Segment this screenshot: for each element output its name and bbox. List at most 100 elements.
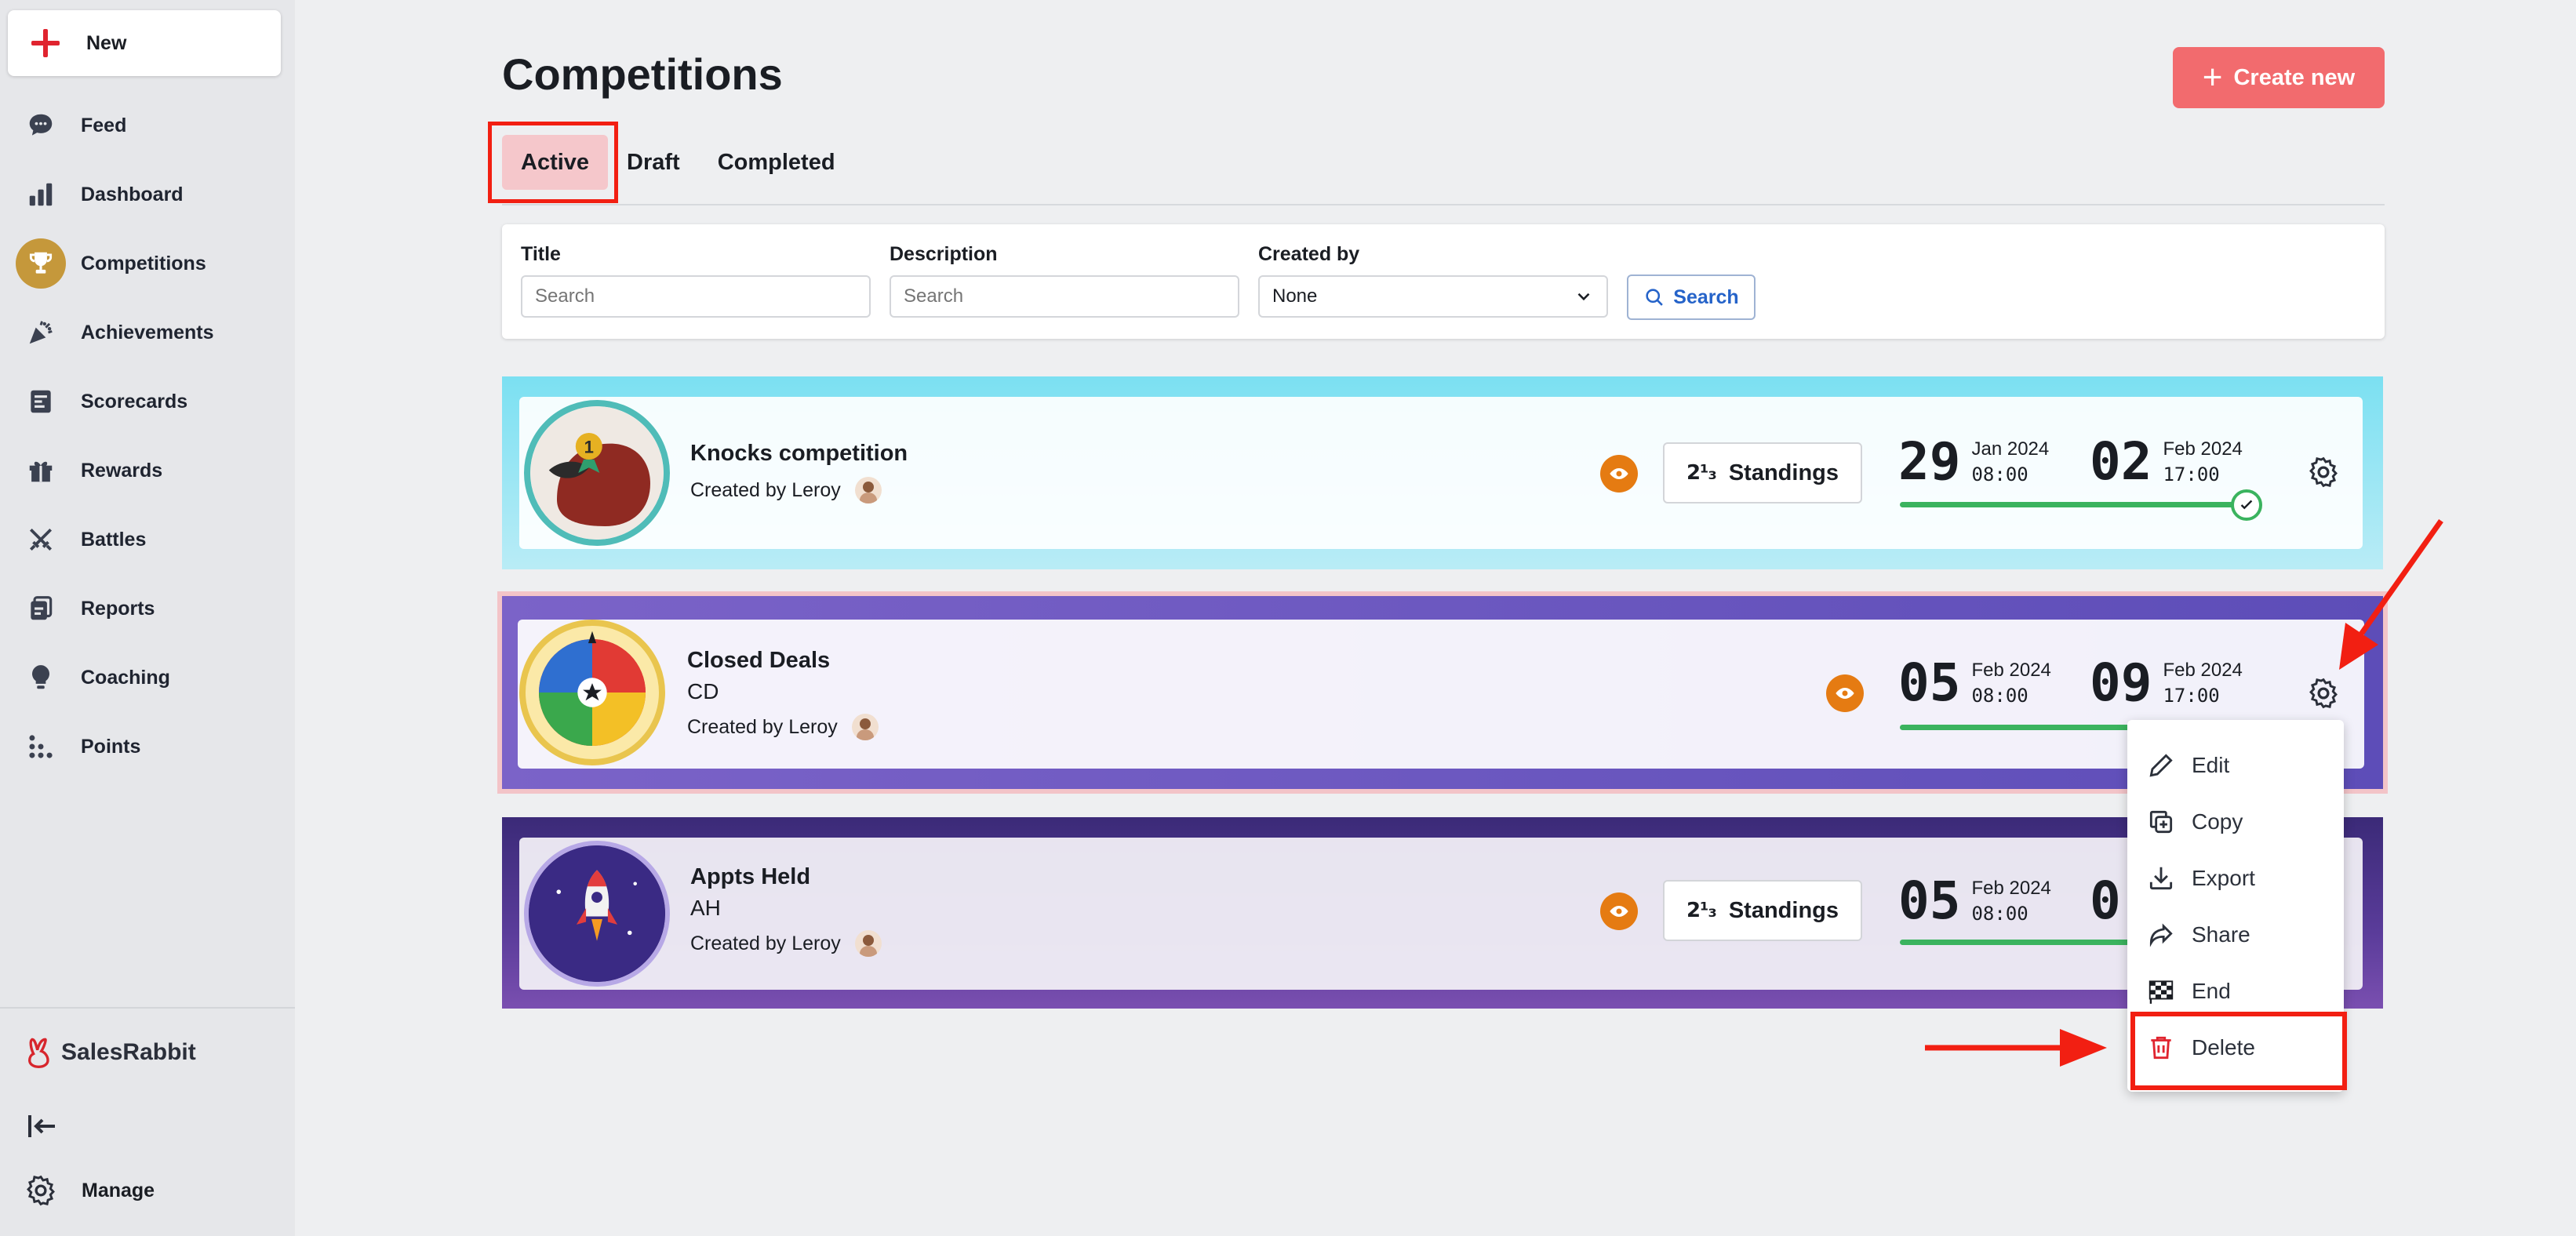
description-filter: Description: [890, 243, 1239, 318]
title-filter-label: Title: [521, 243, 561, 265]
progress-bar: [1900, 502, 2245, 507]
competition-code: AH: [690, 896, 721, 920]
sidebar-item-label: Scorecards: [81, 390, 188, 413]
created-by-select[interactable]: None: [1258, 275, 1608, 318]
start-date: 05 Feb 2024 08:00: [1898, 871, 2051, 931]
end-date: 0: [2090, 871, 2121, 931]
sidebar-item-points[interactable]: Points: [0, 712, 295, 781]
start-time: 08:00: [1971, 463, 2028, 485]
visibility-eye-icon[interactable]: [1600, 892, 1638, 930]
sidebar: New Feed Dashboard Competitions Achievem…: [0, 0, 295, 1236]
menu-item-share[interactable]: Share: [2127, 907, 2344, 963]
scorecard-icon: [16, 376, 66, 427]
tabs-divider: [502, 204, 2385, 205]
competition-card-body: [519, 838, 2363, 990]
start-month: Jan 2024: [1971, 438, 2050, 460]
collapse-sidebar-icon[interactable]: [24, 1107, 61, 1145]
end-date: 09 Feb 2024 17:00: [2090, 653, 2243, 713]
end-date: 02 Feb 2024 17:00: [2090, 431, 2243, 492]
title-filter: Title: [521, 243, 871, 318]
description-search-input[interactable]: [890, 275, 1239, 318]
sidebar-item-label: Competitions: [81, 252, 206, 274]
sidebar-item-label: Rewards: [81, 459, 163, 482]
sidebar-item-reports[interactable]: Reports: [0, 574, 295, 643]
sidebar-item-feed[interactable]: Feed: [0, 91, 295, 160]
competition-card-body: [519, 397, 2363, 549]
plus-icon: +: [2202, 58, 2223, 96]
standings-button[interactable]: 2¹₃ Standings: [1663, 442, 1862, 503]
manage-button[interactable]: Manage: [24, 1173, 155, 1208]
competition-avatar: 1: [524, 400, 670, 546]
end-day: 02: [2090, 431, 2152, 492]
competition-avatar: [519, 620, 665, 765]
search-icon: [1646, 289, 1664, 306]
sidebar-item-achievements[interactable]: Achievements: [0, 298, 295, 367]
start-date: 05 Feb 2024 08:00: [1898, 653, 2051, 713]
search-button-label: Search: [1673, 285, 1739, 308]
sidebar-item-label: Coaching: [81, 666, 170, 689]
sidebar-item-battles[interactable]: Battles: [0, 505, 295, 574]
sidebar-item-label: Achievements: [81, 321, 214, 344]
visibility-eye-icon[interactable]: [1600, 455, 1638, 493]
start-month: Feb 2024: [1971, 659, 2051, 681]
created-by-filter-label: Created by: [1258, 243, 1360, 265]
menu-item-copy[interactable]: Copy: [2127, 794, 2344, 850]
progress-bar: [1900, 725, 2135, 730]
standings-button[interactable]: 2¹₃ Standings: [1663, 880, 1862, 941]
tab-completed[interactable]: Completed: [699, 135, 854, 190]
sidebar-item-dashboard[interactable]: Dashboard: [0, 160, 295, 229]
menu-item-label: Share: [2192, 922, 2250, 947]
visibility-eye-icon[interactable]: [1826, 674, 1864, 712]
svg-text:1: 1: [584, 438, 594, 457]
menu-item-label: Export: [2192, 866, 2255, 890]
start-day: 05: [1898, 871, 1961, 931]
annotation-arrow-down-left: [2339, 518, 2443, 670]
competition-creator: Created by Leroy: [690, 477, 882, 503]
competition-card[interactable]: Appts Held AH Created by Leroy 2¹₃ Stand…: [502, 817, 2383, 1009]
sidebar-item-rewards[interactable]: Rewards: [0, 436, 295, 505]
end-time: 17:00: [2163, 684, 2220, 707]
title-search-input[interactable]: [521, 275, 871, 318]
menu-item-label: End: [2192, 979, 2231, 1003]
create-new-button[interactable]: + Create new: [2173, 47, 2385, 108]
sidebar-divider: [0, 1007, 295, 1009]
brand-logo: SalesRabbit: [27, 1037, 196, 1068]
bull-mascot-icon: 1: [530, 406, 664, 540]
menu-item-label: Copy: [2192, 809, 2243, 834]
competition-code: CD: [687, 679, 719, 703]
start-time: 08:00: [1971, 684, 2028, 707]
menu-item-label: Edit: [2192, 753, 2230, 777]
start-day: 29: [1898, 431, 1961, 492]
party-popper-icon: [16, 307, 66, 358]
new-button[interactable]: New: [8, 10, 281, 76]
end-month: Feb 2024: [2163, 659, 2243, 681]
progress-bar: [1900, 940, 2135, 945]
sidebar-item-competitions[interactable]: Competitions: [0, 229, 295, 298]
competition-card[interactable]: 1 Knocks competition Created by Leroy 2¹…: [502, 376, 2383, 569]
sidebar-item-scorecards[interactable]: Scorecards: [0, 367, 295, 436]
start-month: Feb 2024: [1971, 877, 2051, 899]
podium-icon: 2¹₃: [1686, 899, 1717, 922]
filters-panel: Title Description Created by None Search: [502, 224, 2385, 339]
annotation-arrow-right: [1925, 1029, 2107, 1067]
search-button[interactable]: Search: [1627, 274, 1756, 320]
menu-item-export[interactable]: Export: [2127, 850, 2344, 907]
podium-icon: 2¹₃: [1686, 461, 1717, 485]
sidebar-item-coaching[interactable]: Coaching: [0, 643, 295, 712]
chevron-down-icon: [1577, 293, 1590, 301]
competition-card[interactable]: Closed Deals CD Created by Leroy 05 Feb …: [497, 591, 2388, 794]
sidebar-item-label: Battles: [81, 528, 147, 551]
gear-icon[interactable]: [2306, 455, 2341, 489]
active-tab-highlight-box: [488, 122, 618, 203]
sidebar-item-label: Points: [81, 735, 141, 758]
page-title: Competitions: [502, 49, 783, 99]
plus-icon: [28, 26, 63, 60]
creator-avatar: [854, 477, 882, 503]
created-by-filter: Created by None: [1258, 243, 1608, 318]
standings-label: Standings: [1728, 460, 1839, 485]
tab-draft[interactable]: Draft: [608, 135, 699, 190]
end-day: 0: [2090, 871, 2121, 931]
check-icon: [2231, 489, 2262, 521]
menu-item-edit[interactable]: Edit: [2127, 737, 2344, 794]
crossed-swords-icon: [16, 514, 66, 565]
